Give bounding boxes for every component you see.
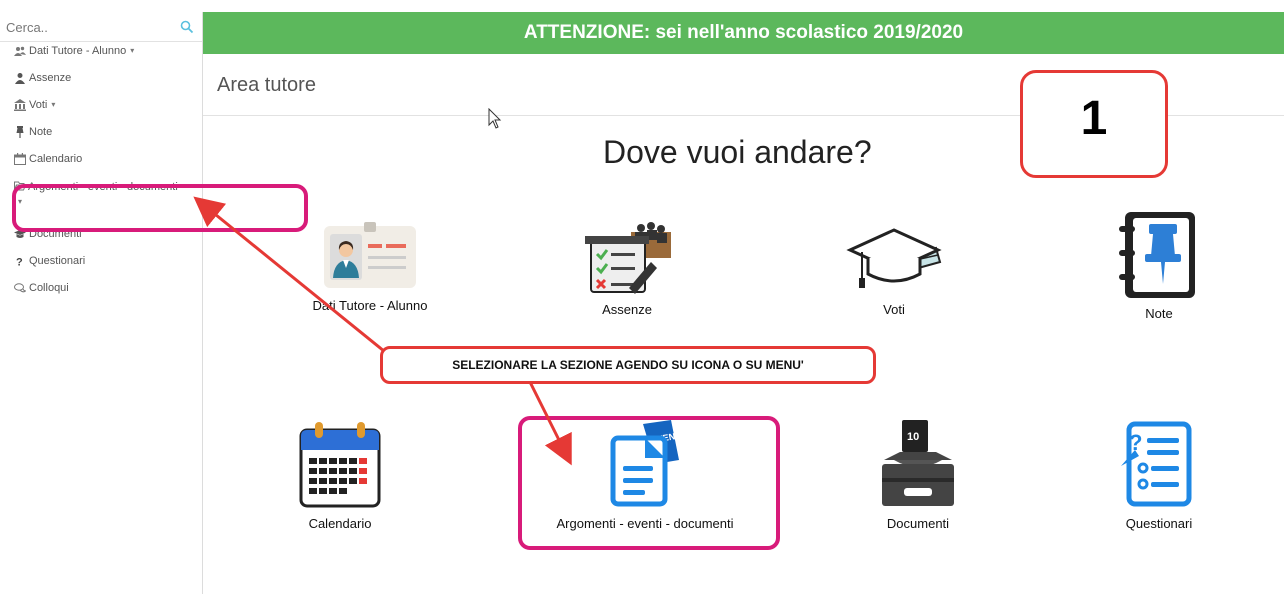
annotation-arrows bbox=[193, 196, 572, 466]
screen: Dati Tutore - Alunno ▾ Assenze Voti ▾ No… bbox=[0, 0, 1284, 594]
arrow-to-tile bbox=[528, 381, 572, 466]
mouse-cursor-icon bbox=[488, 108, 502, 129]
arrow-to-menu bbox=[193, 196, 396, 362]
instruction-callout: SELEZIONARE LA SEZIONE AGENDO SU ICONA O… bbox=[380, 346, 876, 384]
